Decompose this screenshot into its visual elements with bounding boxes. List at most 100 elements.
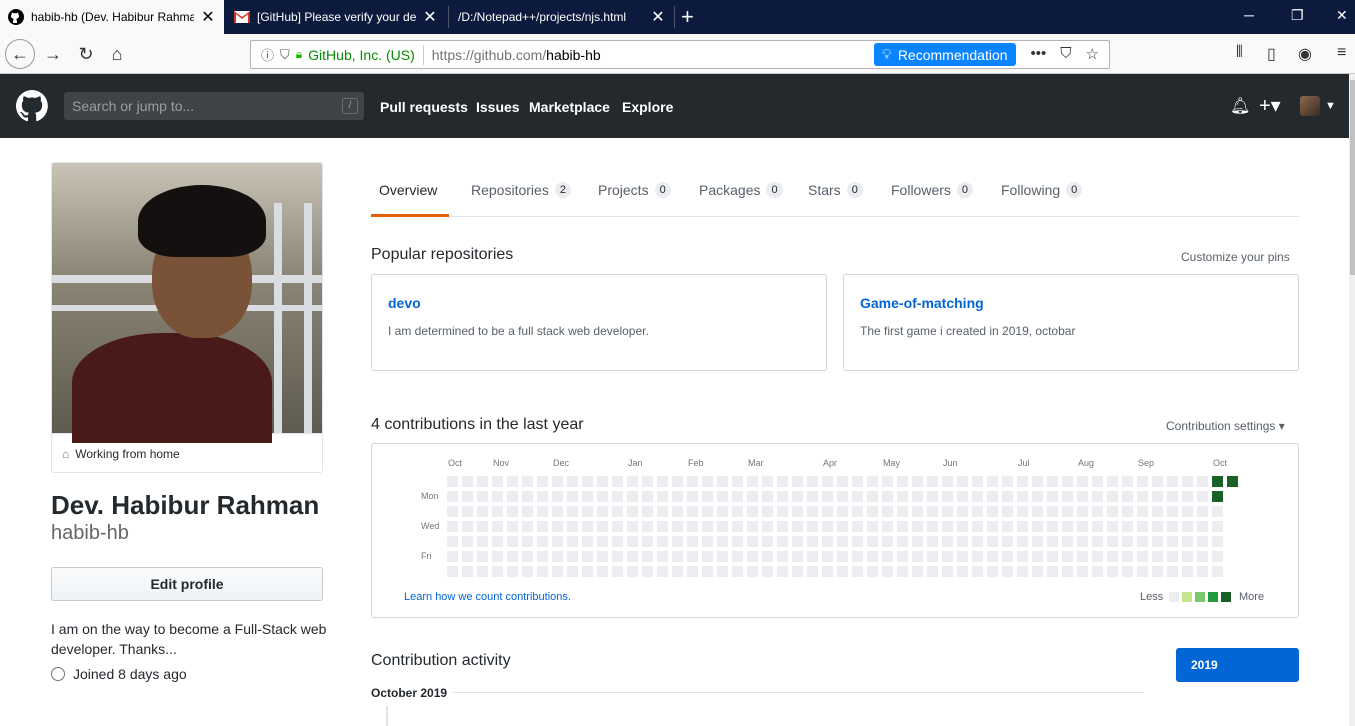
contribution-day[interactable] bbox=[717, 536, 728, 547]
contribution-day[interactable] bbox=[837, 536, 848, 547]
browser-tab-notepad[interactable]: /D:/Notepad++/projects/njs.html ✕ bbox=[450, 0, 674, 34]
contribution-day[interactable] bbox=[462, 521, 473, 532]
contribution-day[interactable] bbox=[912, 551, 923, 562]
contribution-day[interactable] bbox=[1167, 521, 1178, 532]
contribution-day[interactable] bbox=[987, 491, 998, 502]
contribution-day[interactable] bbox=[897, 476, 908, 487]
contribution-day[interactable] bbox=[717, 491, 728, 502]
contribution-day[interactable] bbox=[882, 476, 893, 487]
tab-overview[interactable]: Overview bbox=[379, 182, 437, 198]
contribution-day[interactable] bbox=[777, 551, 788, 562]
contribution-day[interactable] bbox=[1152, 506, 1163, 517]
contribution-day[interactable] bbox=[612, 566, 623, 577]
contribution-day[interactable] bbox=[1152, 476, 1163, 487]
contribution-day[interactable] bbox=[1047, 506, 1058, 517]
contribution-day[interactable] bbox=[537, 521, 548, 532]
contribution-day[interactable] bbox=[1092, 566, 1103, 577]
contribution-day[interactable] bbox=[987, 566, 998, 577]
nav-pull-requests[interactable]: Pull requests bbox=[380, 99, 468, 115]
contribution-day[interactable] bbox=[792, 566, 803, 577]
contribution-day[interactable] bbox=[747, 566, 758, 577]
profile-photo[interactable] bbox=[52, 163, 322, 443]
contribution-day[interactable] bbox=[987, 476, 998, 487]
contribution-day[interactable] bbox=[642, 506, 653, 517]
contribution-day[interactable] bbox=[702, 551, 713, 562]
contribution-day[interactable] bbox=[1002, 551, 1013, 562]
contribution-day[interactable] bbox=[597, 536, 608, 547]
contribution-day[interactable] bbox=[522, 566, 533, 577]
contribution-day[interactable] bbox=[1062, 476, 1073, 487]
menu-icon[interactable]: ≡ bbox=[1337, 44, 1346, 62]
url-bar[interactable]: ⓘ ⛉ 🔒︎ GitHub, Inc. (US) https://github.… bbox=[250, 40, 1110, 69]
contribution-day[interactable] bbox=[852, 536, 863, 547]
contribution-day[interactable] bbox=[882, 521, 893, 532]
contribution-day[interactable] bbox=[687, 536, 698, 547]
contribution-day[interactable] bbox=[942, 491, 953, 502]
contribution-day[interactable] bbox=[972, 536, 983, 547]
contribution-day[interactable] bbox=[567, 536, 578, 547]
account-icon[interactable]: ◉ bbox=[1298, 44, 1312, 64]
contribution-day[interactable] bbox=[522, 506, 533, 517]
contribution-day[interactable] bbox=[462, 551, 473, 562]
contribution-day[interactable] bbox=[1197, 551, 1208, 562]
contribution-day[interactable] bbox=[642, 536, 653, 547]
contribution-day[interactable] bbox=[1122, 521, 1133, 532]
contribution-day[interactable] bbox=[447, 491, 458, 502]
contribution-day[interactable] bbox=[1167, 551, 1178, 562]
contribution-day[interactable] bbox=[807, 506, 818, 517]
close-tab-icon[interactable]: ✕ bbox=[422, 7, 438, 27]
contribution-day[interactable] bbox=[492, 536, 503, 547]
contribution-settings-dropdown[interactable]: Contribution settings ▾ bbox=[1166, 419, 1285, 433]
contribution-day[interactable] bbox=[552, 521, 563, 532]
contribution-day[interactable] bbox=[687, 476, 698, 487]
contribution-day[interactable] bbox=[462, 506, 473, 517]
contribution-day[interactable] bbox=[807, 566, 818, 577]
contribution-day[interactable] bbox=[807, 521, 818, 532]
contribution-day[interactable] bbox=[867, 521, 878, 532]
contribution-day[interactable] bbox=[957, 476, 968, 487]
contribution-day[interactable] bbox=[672, 506, 683, 517]
contribution-day[interactable] bbox=[567, 506, 578, 517]
contribution-day[interactable] bbox=[1062, 536, 1073, 547]
contribution-day[interactable] bbox=[447, 566, 458, 577]
contribution-day[interactable] bbox=[1182, 506, 1193, 517]
contribution-day[interactable] bbox=[897, 551, 908, 562]
contribution-day[interactable] bbox=[522, 476, 533, 487]
contribution-day[interactable] bbox=[492, 551, 503, 562]
contribution-day[interactable] bbox=[852, 521, 863, 532]
contribution-day[interactable] bbox=[582, 506, 593, 517]
contribution-day[interactable] bbox=[702, 476, 713, 487]
contribution-day[interactable] bbox=[462, 476, 473, 487]
contribution-day[interactable] bbox=[1212, 521, 1223, 532]
contribution-day[interactable] bbox=[897, 566, 908, 577]
contribution-day[interactable] bbox=[612, 536, 623, 547]
contribution-day[interactable] bbox=[627, 521, 638, 532]
contribution-day[interactable] bbox=[747, 491, 758, 502]
contribution-day[interactable] bbox=[507, 491, 518, 502]
contribution-day[interactable] bbox=[777, 476, 788, 487]
contribution-day[interactable] bbox=[672, 476, 683, 487]
contribution-day[interactable] bbox=[747, 551, 758, 562]
contribution-day[interactable] bbox=[1002, 566, 1013, 577]
contribution-day[interactable] bbox=[447, 506, 458, 517]
contribution-day[interactable] bbox=[1182, 566, 1193, 577]
contribution-day[interactable] bbox=[1212, 536, 1223, 547]
contribution-day[interactable] bbox=[657, 551, 668, 562]
info-icon[interactable]: ⓘ bbox=[261, 45, 274, 64]
contribution-day[interactable] bbox=[957, 566, 968, 577]
contribution-day[interactable] bbox=[567, 476, 578, 487]
contribution-day[interactable] bbox=[627, 536, 638, 547]
contribution-day[interactable] bbox=[1197, 506, 1208, 517]
contribution-day[interactable] bbox=[702, 566, 713, 577]
contribution-day[interactable] bbox=[597, 521, 608, 532]
contribution-day[interactable] bbox=[612, 491, 623, 502]
tab-packages[interactable]: Packages 0 bbox=[699, 182, 783, 198]
contribution-day[interactable] bbox=[1002, 521, 1013, 532]
contribution-day[interactable] bbox=[927, 551, 938, 562]
site-identity[interactable]: GitHub, Inc. (US) bbox=[308, 47, 415, 63]
contribution-day[interactable] bbox=[477, 521, 488, 532]
edit-profile-button[interactable]: Edit profile bbox=[51, 567, 323, 601]
contribution-day[interactable] bbox=[1137, 566, 1148, 577]
contribution-day[interactable] bbox=[807, 536, 818, 547]
contribution-day[interactable] bbox=[972, 491, 983, 502]
